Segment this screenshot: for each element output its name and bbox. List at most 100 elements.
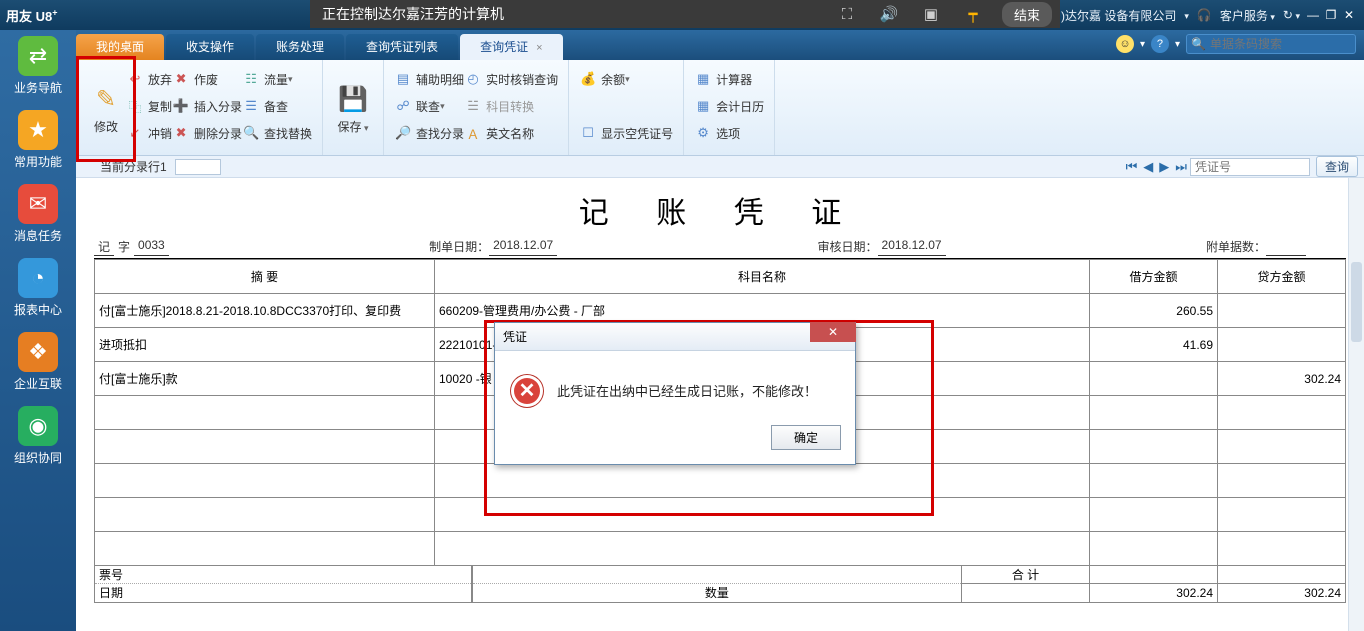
cell-summary[interactable]: [95, 430, 435, 464]
cell-credit[interactable]: [1218, 464, 1346, 498]
tab-desktop[interactable]: 我的桌面: [76, 34, 164, 60]
cell-debit[interactable]: [1090, 464, 1218, 498]
maximize-button[interactable]: ❐: [1322, 8, 1340, 22]
cell-summary[interactable]: [95, 396, 435, 430]
flow-button[interactable]: ☷流量: [242, 66, 312, 92]
cell-debit[interactable]: 41.69: [1090, 328, 1218, 362]
dialog-ok-button[interactable]: 确定: [771, 425, 841, 450]
cell-credit[interactable]: [1218, 430, 1346, 464]
footer-debit-total: 302.24: [1090, 584, 1217, 602]
help-icon[interactable]: ?: [1151, 35, 1169, 53]
cell-subject[interactable]: [435, 498, 1090, 532]
sidebar-item-common[interactable]: ★常用功能: [5, 110, 71, 170]
company-dropdown[interactable]: [1184, 8, 1189, 22]
tab-query-voucher[interactable]: 查询凭证×: [460, 34, 562, 60]
find-entry-button[interactable]: 🔎查找分录: [394, 120, 464, 146]
cell-summary[interactable]: [95, 464, 435, 498]
help-dropdown[interactable]: ▾: [1175, 39, 1180, 50]
sidebar-item-org[interactable]: ◉组织协同: [5, 406, 71, 466]
review-button[interactable]: ☰备查: [242, 93, 312, 119]
insert-entry-button[interactable]: ➕插入分录: [172, 93, 242, 119]
cell-debit[interactable]: [1090, 362, 1218, 396]
customer-service-dropdown[interactable]: 客户服务: [1220, 7, 1275, 24]
chongxiao-button[interactable]: ↙冲销: [126, 120, 172, 146]
voucher-no-input[interactable]: [1190, 158, 1310, 176]
cell-credit[interactable]: [1218, 532, 1346, 566]
sidebar-item-report[interactable]: ◔报表中心: [5, 258, 71, 318]
aux-detail-button[interactable]: ▤辅助明细: [394, 66, 464, 92]
cell-summary[interactable]: [95, 532, 435, 566]
nav-last-button[interactable]: ⏭: [1175, 159, 1187, 175]
floppy-icon: 💾: [336, 82, 370, 116]
table-row[interactable]: [95, 464, 1346, 498]
calc-icon: ▦: [694, 70, 712, 88]
barcode-search-input[interactable]: [1210, 37, 1350, 51]
zuofei-button[interactable]: ✖作废: [172, 66, 242, 92]
modify-button[interactable]: ✎ 修改: [89, 64, 123, 153]
realtime-query-button[interactable]: ◴实时核销查询: [464, 66, 558, 92]
save-button[interactable]: 💾 保存: [336, 64, 370, 153]
cell-debit[interactable]: 260.55: [1090, 294, 1218, 328]
nav-next-button[interactable]: ▶: [1159, 159, 1169, 175]
barcode-search[interactable]: 🔍: [1186, 34, 1356, 54]
tab-query-list[interactable]: 查询凭证列表: [346, 34, 458, 60]
minimize-button[interactable]: —: [1304, 8, 1322, 22]
find-replace-button[interactable]: 🔍查找替换: [242, 120, 312, 146]
scrollbar-thumb[interactable]: [1351, 262, 1362, 342]
cell-credit[interactable]: 302.24: [1218, 362, 1346, 396]
table-row[interactable]: [95, 498, 1346, 532]
nav-first-button[interactable]: ⏮: [1126, 159, 1138, 175]
refresh-dropdown[interactable]: ↻: [1283, 8, 1300, 22]
cell-summary[interactable]: 付[富士施乐]款: [95, 362, 435, 396]
cell-credit[interactable]: [1218, 498, 1346, 532]
query-button[interactable]: 查询: [1316, 156, 1358, 177]
cell-credit[interactable]: [1218, 294, 1346, 328]
insert-icon: ➕: [172, 97, 190, 115]
subject-convert-button[interactable]: ☱科目转换: [464, 93, 558, 119]
cell-summary[interactable]: 进项抵扣: [95, 328, 435, 362]
cell-credit[interactable]: [1218, 328, 1346, 362]
show-empty-icon: ☐: [579, 124, 597, 142]
sidebar-item-msg[interactable]: ✉消息任务: [5, 184, 71, 244]
table-row[interactable]: [95, 532, 1346, 566]
copy-button[interactable]: ⿻复制: [126, 93, 172, 119]
fullscreen-icon[interactable]: ⛶: [826, 6, 868, 23]
cell-debit[interactable]: [1090, 532, 1218, 566]
cell-summary[interactable]: [95, 498, 435, 532]
cell-subject[interactable]: [435, 464, 1090, 498]
smiley-dropdown[interactable]: ▾: [1140, 39, 1145, 50]
vertical-scrollbar[interactable]: [1348, 178, 1364, 631]
cell-subject[interactable]: [435, 532, 1090, 566]
sound-icon[interactable]: 🔊: [868, 5, 910, 23]
options-button[interactable]: ⚙选项: [694, 120, 764, 146]
sidebar-item-nav[interactable]: ⇄业务导航: [5, 36, 71, 96]
smiley-icon[interactable]: ☺: [1116, 35, 1134, 53]
calculator-button[interactable]: ▦计算器: [694, 66, 764, 92]
balance-button[interactable]: 💰余额: [579, 66, 673, 92]
cell-debit[interactable]: [1090, 430, 1218, 464]
cell-credit[interactable]: [1218, 396, 1346, 430]
show-empty-button[interactable]: ☐显示空凭证号: [579, 120, 673, 146]
pin-icon[interactable]: ┯: [952, 5, 994, 23]
end-session-button[interactable]: 结束: [1002, 2, 1052, 27]
nav-prev-button[interactable]: ◀: [1143, 159, 1153, 175]
col-summary: 摘 要: [95, 260, 435, 294]
dialog-titlebar[interactable]: 凭证 ✕: [495, 323, 855, 351]
tab-shouzi[interactable]: 收支操作: [166, 34, 254, 60]
cell-debit[interactable]: [1090, 498, 1218, 532]
cell-summary[interactable]: 付[富士施乐]2018.8.21-2018.10.8DCC3370打印、复印费: [95, 294, 435, 328]
english-name-button[interactable]: Ａ英文名称: [464, 120, 558, 146]
lianzha-button[interactable]: ☍联查: [394, 93, 464, 119]
cell-debit[interactable]: [1090, 396, 1218, 430]
dialog-close-button[interactable]: ✕: [810, 322, 856, 342]
close-button[interactable]: ✕: [1340, 8, 1358, 22]
accounting-calendar-button[interactable]: ▦会计日历: [694, 93, 764, 119]
engname-icon: Ａ: [464, 124, 482, 142]
delete-entry-button[interactable]: ✖删除分录: [172, 120, 242, 146]
abandon-button[interactable]: ↩放弃: [126, 66, 172, 92]
ji-label: 记: [94, 238, 114, 256]
sidebar-item-enterprise[interactable]: ❖企业互联: [5, 332, 71, 392]
screen-icon[interactable]: ▣: [910, 5, 952, 23]
tab-zhangwu[interactable]: 账务处理: [256, 34, 344, 60]
tab-close-icon[interactable]: ×: [536, 42, 542, 54]
